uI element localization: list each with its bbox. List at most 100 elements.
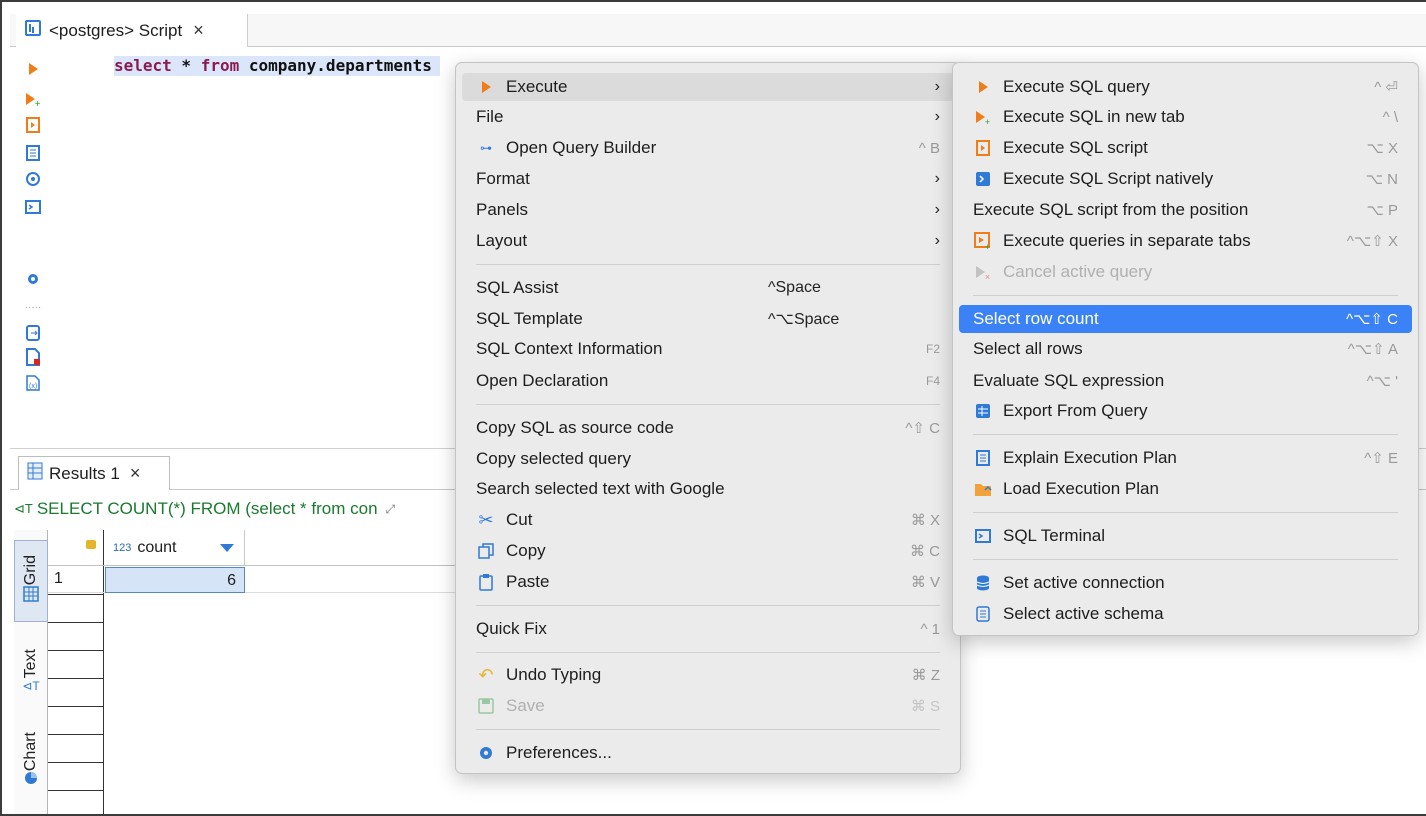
menu-item-select-all-rows[interactable]: Select all rows ^⌥⇧ A	[959, 335, 1412, 363]
menu-item-cancel-query[interactable]: × Cancel active query	[959, 258, 1412, 286]
menu-item-execute-sql-query[interactable]: Execute SQL query ^ ⏎	[959, 73, 1412, 101]
menu-item-execute-new-tab[interactable]: + Execute SQL in new tab ^ \	[959, 103, 1412, 131]
execute-script-icon[interactable]	[24, 116, 42, 134]
native-script-icon	[973, 169, 993, 189]
settings-icon[interactable]	[24, 270, 42, 288]
results-grid[interactable]: 123 count 1 6	[48, 530, 458, 816]
menu-item-panels[interactable]: Panels ›	[462, 196, 954, 224]
variables-icon[interactable]: (x)	[24, 374, 42, 392]
column-header-count[interactable]: 123 count	[105, 530, 245, 566]
column-name: count	[137, 539, 177, 556]
more-icon[interactable]: ·····	[24, 298, 42, 316]
execute-query-icon[interactable]	[24, 60, 42, 78]
menu-item-undo-typing[interactable]: ↶ Undo Typing ⌘ Z	[462, 661, 954, 689]
file-error-icon[interactable]	[24, 348, 42, 366]
menu-item-open-declaration[interactable]: Open Declaration F4	[462, 367, 954, 395]
sort-arrow-icon[interactable]	[220, 544, 234, 552]
menu-item-execute-separate-tabs[interactable]: + Execute queries in separate tabs ^⌥⇧ X	[959, 227, 1412, 255]
sql-script-icon	[24, 19, 42, 42]
menu-item-copy-selected-query[interactable]: Copy selected query	[462, 445, 954, 473]
grid-tab-label: Grid	[22, 555, 39, 586]
svg-text:+: +	[985, 242, 990, 250]
folder-open-icon	[973, 479, 993, 499]
menu-separator	[476, 652, 940, 653]
execute-script-native-icon[interactable]	[24, 144, 42, 162]
menu-item-copy-sql-source[interactable]: Copy SQL as source code ^⇧ C	[462, 414, 954, 442]
menu-item-select-row-count[interactable]: Select row count ^⌥⇧ C	[959, 305, 1412, 333]
table-row[interactable]: 1 6	[48, 567, 458, 593]
close-icon[interactable]: ×	[130, 463, 141, 484]
menu-item-select-active-schema[interactable]: Select active schema	[959, 600, 1412, 628]
row-divider	[48, 594, 104, 595]
tab-results-1[interactable]: Results 1 ×	[18, 456, 170, 490]
text-tab-label: Text	[22, 649, 39, 679]
menu-separator	[476, 264, 940, 265]
menu-item-execute-sql-script[interactable]: Execute SQL script ⌥ X	[959, 134, 1412, 162]
menu-item-quick-fix[interactable]: Quick Fix ^ 1	[462, 615, 954, 643]
menu-separator	[973, 512, 1398, 513]
menu-item-preferences[interactable]: Preferences...	[462, 739, 954, 767]
menu-item-sql-template[interactable]: SQL Template ^⌥Space	[462, 305, 954, 333]
execute-new-tab-icon[interactable]: +	[24, 90, 42, 110]
row-divider	[48, 790, 104, 791]
filter-text: SELECT COUNT(*) FROM (select * from con	[36, 499, 378, 518]
menu-item-sql-assist[interactable]: SQL Assist ^Space	[462, 274, 954, 302]
terminal-icon[interactable]	[24, 198, 42, 216]
text-icon: ⊲T	[22, 678, 40, 693]
menu-separator	[476, 404, 940, 405]
keyword-select: select	[114, 56, 172, 75]
menu-item-sql-terminal[interactable]: SQL Terminal	[959, 522, 1412, 550]
chevron-right-icon: ›	[934, 201, 940, 218]
close-icon[interactable]: ×	[193, 20, 204, 41]
editor-tabbar: <postgres> Script ×	[10, 14, 1426, 47]
execute-submenu: Execute SQL query ^ ⏎ + Execute SQL in n…	[952, 62, 1419, 636]
menu-item-format[interactable]: Format ›	[462, 165, 954, 193]
row-divider	[48, 762, 104, 763]
menu-item-cut[interactable]: ✂ Cut ⌘ X	[462, 506, 954, 534]
tab-label: <postgres> Script	[49, 20, 183, 40]
row-divider	[48, 650, 104, 651]
menu-item-sql-context-info[interactable]: SQL Context Information F2	[462, 335, 954, 363]
menu-item-save[interactable]: Save ⌘ S	[462, 692, 954, 720]
tab-grid[interactable]: Grid	[14, 540, 48, 622]
svg-text:(x): (x)	[29, 383, 37, 390]
menu-item-execute-natively[interactable]: Execute SQL Script natively ⌥ N	[959, 165, 1412, 193]
save-icon	[476, 696, 496, 716]
results-filter-bar[interactable]: ⊲T SELECT COUNT(*) FROM (select * from c…	[14, 494, 454, 524]
menu-item-explain-plan[interactable]: Explain Execution Plan ^⇧ E	[959, 444, 1412, 472]
tab-postgres-script[interactable]: <postgres> Script ×	[16, 14, 248, 47]
cell-count[interactable]: 6	[105, 567, 245, 593]
menu-separator	[973, 559, 1398, 560]
row-number: 1	[54, 570, 63, 587]
results-table-icon	[27, 462, 43, 485]
expand-icon[interactable]: ⤢	[386, 502, 396, 517]
database-icon	[973, 573, 993, 593]
scissors-icon: ✂	[478, 509, 494, 530]
tab-text[interactable]: Text ⊲T	[14, 630, 48, 712]
editor-toolbar: + ····· (x)	[10, 48, 42, 448]
menu-item-set-active-connection[interactable]: Set active connection	[959, 569, 1412, 597]
ai-assistant-icon[interactable]	[24, 170, 42, 188]
sql-query-icon: ⊲T	[14, 501, 33, 516]
export-icon[interactable]	[24, 324, 42, 342]
menu-item-execute-from-position[interactable]: Execute SQL script from the position ⌥ P	[959, 196, 1412, 224]
menu-item-search-google[interactable]: Search selected text with Google	[462, 475, 954, 503]
export-table-icon	[973, 401, 993, 421]
terminal-icon	[973, 526, 993, 546]
menu-item-file[interactable]: File ›	[462, 103, 954, 131]
menu-item-execute[interactable]: Execute ›	[462, 73, 954, 101]
tab-chart[interactable]: Chart	[14, 720, 48, 802]
menu-item-layout[interactable]: Layout ›	[462, 227, 954, 255]
pie-chart-icon	[24, 771, 38, 790]
menu-item-export-from-query[interactable]: Export From Query	[959, 397, 1412, 425]
menu-item-copy[interactable]: Copy ⌘ C	[462, 537, 954, 565]
menu-item-paste[interactable]: Paste ⌘ V	[462, 568, 954, 596]
results-tab-label: Results 1	[49, 463, 120, 483]
menu-item-load-plan[interactable]: Load Execution Plan	[959, 475, 1412, 503]
execute-icon	[973, 77, 993, 97]
chart-tab-label: Chart	[22, 731, 39, 772]
chevron-right-icon: ›	[934, 108, 940, 125]
sql-code-line[interactable]: select * from company.departments	[114, 56, 440, 76]
menu-item-evaluate-expression[interactable]: Evaluate SQL expression ^⌥ '	[959, 367, 1412, 395]
menu-item-open-query-builder[interactable]: ⊶ Open Query Builder ^ B	[462, 134, 954, 162]
